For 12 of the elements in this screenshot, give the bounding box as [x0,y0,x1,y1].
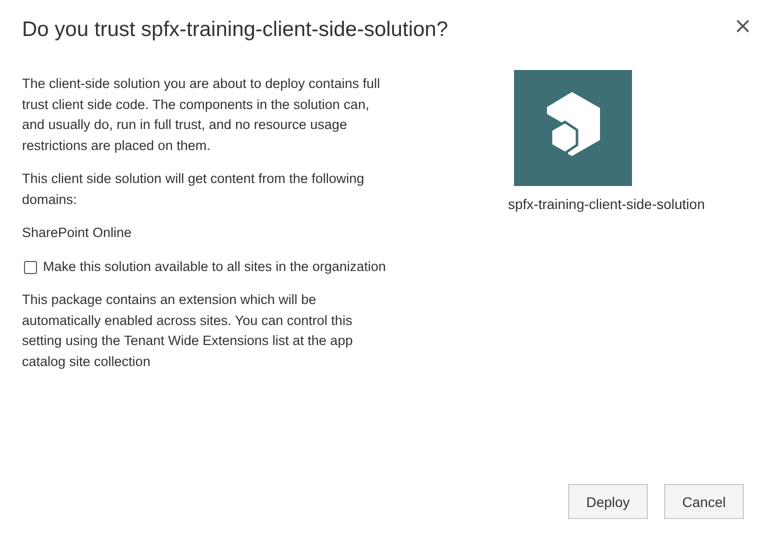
app-tile-icon [514,70,632,186]
checkbox-label: Make this solution available to all sites in the organization [43,258,387,276]
checkbox[interactable] [24,260,37,274]
app-name: spfx-training-client-side-solution [508,196,705,212]
body-text: This client side solution will get content from the following domains: [22,170,366,208]
body-text: The client-side solution you are about to deploy contains full trust client side code. The components in the solution can, and usually do, run in full trust, and no resource usage restrictions are placed on them. [22,75,381,155]
body-text: This package contains an extension which will be automatically enabled across sites. You can control this setting using the Tenant Wide Extensions list at the app catalog site collection [22,291,354,371]
dialog-title: Do you trust spfx-training-client-side-solution? [22,18,448,42]
body-text: SharePoint Online [22,224,133,242]
cancel-button[interactable]: Cancel [664,484,744,519]
deploy-button[interactable]: Deploy [568,484,648,519]
close-button[interactable]: × [732,16,754,38]
